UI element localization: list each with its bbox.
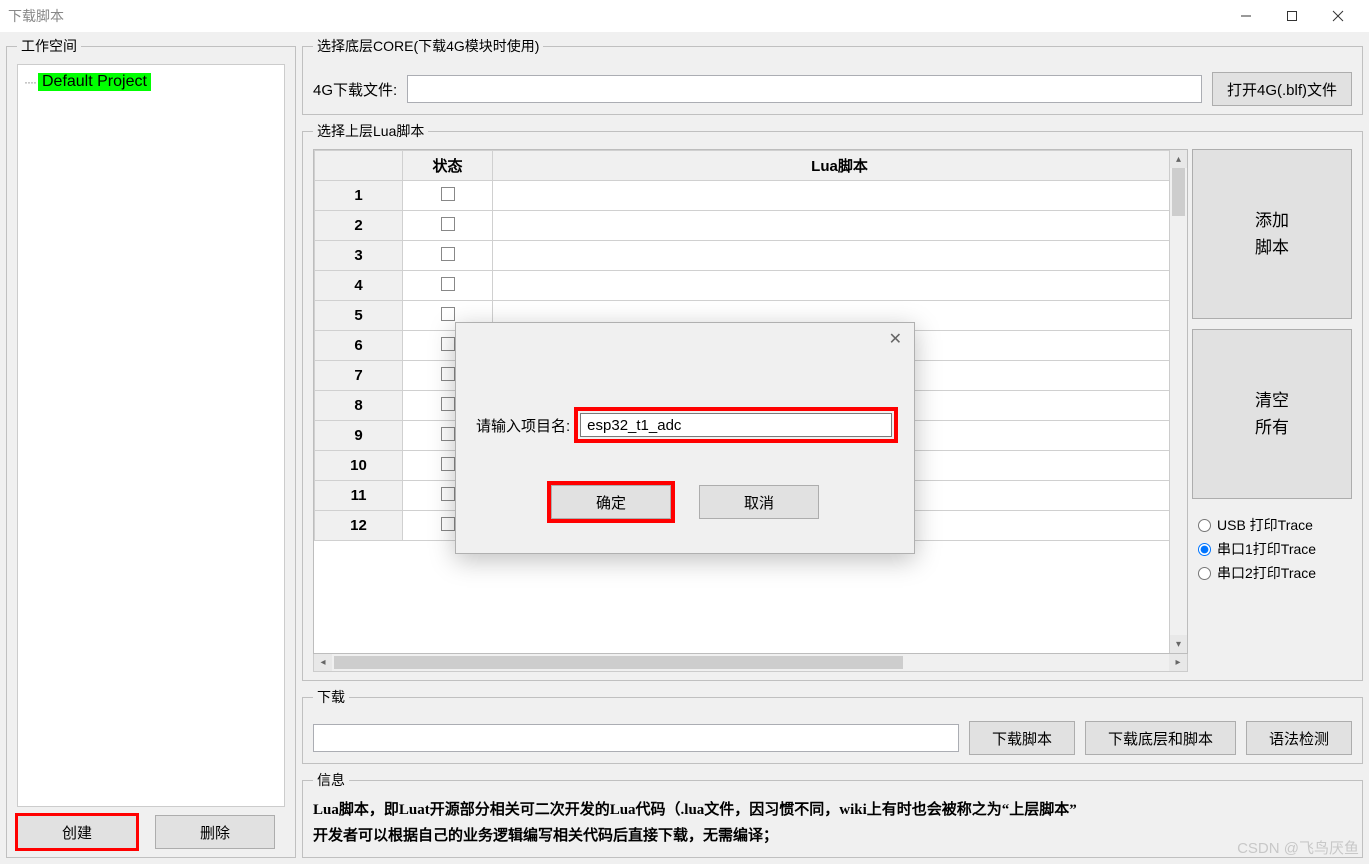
info-group: 信息 Lua脚本，即Luat开源部分相关可二次开发的Lua代码（.lua文件，因…	[302, 770, 1363, 858]
minimize-button[interactable]	[1223, 0, 1269, 32]
checkbox-icon[interactable]	[441, 367, 455, 381]
clear-all-button[interactable]: 清空 所有	[1192, 329, 1352, 499]
add-script-button[interactable]: 添加 脚本	[1192, 149, 1352, 319]
download-legend: 下载	[313, 687, 349, 707]
core-legend: 选择底层CORE(下载4G模块时使用)	[313, 36, 543, 56]
download-path-input[interactable]	[313, 724, 959, 752]
checkbox-icon[interactable]	[441, 487, 455, 501]
delete-button[interactable]: 删除	[155, 815, 275, 849]
table-row[interactable]: 1	[315, 181, 1187, 211]
open-4g-button[interactable]: 打开4G(.blf)文件	[1212, 72, 1352, 106]
radio-usb-trace[interactable]: USB 打印Trace	[1198, 515, 1352, 535]
close-button[interactable]	[1315, 0, 1361, 32]
dialog-label: 请输入项目名:	[476, 415, 570, 436]
row-status-cell[interactable]	[403, 211, 493, 241]
dialog-cancel-button[interactable]: 取消	[699, 485, 819, 519]
radio-serial1-trace[interactable]: 串口1打印Trace	[1198, 539, 1352, 559]
download-group: 下载 下载脚本 下载底层和脚本 语法检测	[302, 687, 1363, 764]
row-index: 11	[315, 481, 403, 511]
titlebar: 下载脚本	[0, 0, 1369, 32]
scroll-down-icon[interactable]: ▾	[1170, 635, 1187, 653]
scroll-up-icon[interactable]: ▴	[1170, 150, 1187, 168]
table-row[interactable]: 3	[315, 241, 1187, 271]
checkbox-icon[interactable]	[441, 427, 455, 441]
project-name-dialog: ✕ 请输入项目名: 确定 取消	[455, 322, 915, 554]
tree-item[interactable]: ···· Default Project	[24, 73, 278, 91]
checkbox-icon[interactable]	[441, 217, 455, 231]
checkbox-icon[interactable]	[441, 397, 455, 411]
maximize-button[interactable]	[1269, 0, 1315, 32]
core-file-input[interactable]	[407, 75, 1202, 103]
dialog-close-icon[interactable]: ✕	[889, 329, 902, 349]
row-status-cell[interactable]	[403, 271, 493, 301]
row-status-cell[interactable]	[403, 241, 493, 271]
row-index: 2	[315, 211, 403, 241]
col-header-script: Lua脚本	[493, 151, 1187, 181]
project-tree[interactable]: ···· Default Project	[17, 64, 285, 807]
create-button[interactable]: 创建	[17, 815, 137, 849]
row-index: 8	[315, 391, 403, 421]
checkbox-icon[interactable]	[441, 307, 455, 321]
row-script-cell[interactable]	[493, 211, 1187, 241]
checkbox-icon[interactable]	[441, 517, 455, 531]
col-header-empty	[315, 151, 403, 181]
table-row[interactable]: 2	[315, 211, 1187, 241]
horizontal-scrollbar[interactable]: ◂ ▸	[313, 654, 1188, 672]
trace-radio-group: USB 打印Trace 串口1打印Trace 串口2打印Trace	[1192, 515, 1352, 583]
row-script-cell[interactable]	[493, 241, 1187, 271]
row-index: 12	[315, 511, 403, 541]
row-index: 4	[315, 271, 403, 301]
checkbox-icon[interactable]	[441, 187, 455, 201]
project-label[interactable]: Default Project	[38, 73, 151, 91]
row-index: 3	[315, 241, 403, 271]
scroll-left-icon[interactable]: ◂	[314, 654, 332, 671]
row-script-cell[interactable]	[493, 271, 1187, 301]
row-index: 1	[315, 181, 403, 211]
project-name-input[interactable]	[580, 413, 892, 437]
radio-serial2-trace[interactable]: 串口2打印Trace	[1198, 563, 1352, 583]
checkbox-icon[interactable]	[441, 337, 455, 351]
row-index: 5	[315, 301, 403, 331]
core-group: 选择底层CORE(下载4G模块时使用) 4G下载文件: 打开4G(.blf)文件	[302, 36, 1363, 115]
download-core-script-button[interactable]: 下载底层和脚本	[1085, 721, 1236, 755]
info-legend: 信息	[313, 770, 349, 790]
row-index: 6	[315, 331, 403, 361]
row-index: 7	[315, 361, 403, 391]
tree-connector: ····	[24, 75, 36, 89]
checkbox-icon[interactable]	[441, 457, 455, 471]
download-script-button[interactable]: 下载脚本	[969, 721, 1075, 755]
workspace-legend: 工作空间	[17, 36, 81, 56]
col-header-status: 状态	[403, 151, 493, 181]
dialog-ok-button[interactable]: 确定	[551, 485, 671, 519]
vertical-scrollbar[interactable]: ▴ ▾	[1169, 150, 1187, 653]
window-title: 下载脚本	[8, 6, 64, 26]
row-index: 10	[315, 451, 403, 481]
core-file-label: 4G下载文件:	[313, 79, 397, 100]
table-row[interactable]: 4	[315, 271, 1187, 301]
row-index: 9	[315, 421, 403, 451]
syntax-check-button[interactable]: 语法检测	[1246, 721, 1352, 755]
checkbox-icon[interactable]	[441, 277, 455, 291]
lua-legend: 选择上层Lua脚本	[313, 121, 428, 141]
row-script-cell[interactable]	[493, 181, 1187, 211]
workspace-group: 工作空间 ···· Default Project 创建 删除	[6, 36, 296, 858]
checkbox-icon[interactable]	[441, 247, 455, 261]
row-status-cell[interactable]	[403, 181, 493, 211]
scroll-right-icon[interactable]: ▸	[1169, 654, 1187, 671]
info-text: Lua脚本，即Luat开源部分相关可二次开发的Lua代码（.lua文件，因习惯不…	[313, 798, 1352, 849]
